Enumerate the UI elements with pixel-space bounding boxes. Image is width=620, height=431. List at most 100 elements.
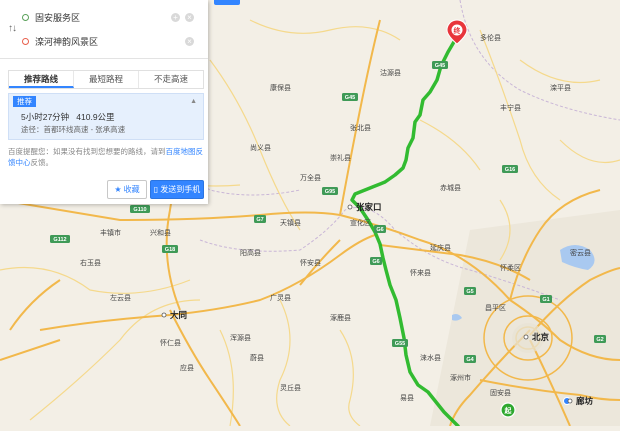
star-icon: ★ <box>114 185 122 194</box>
end-waypoint[interactable]: 滦河神韵风景区 × <box>22 32 202 50</box>
svg-text:G112: G112 <box>53 237 66 243</box>
route-inputs: ↑↓ 固安服务区 + × 滦河神韵风景区 × <box>0 0 208 59</box>
county-label: 阳高县 <box>240 248 261 257</box>
city-dot <box>523 334 529 340</box>
county-label: 应县 <box>180 363 194 372</box>
county-label: 密云县 <box>570 248 591 257</box>
svg-text:G7: G7 <box>256 217 263 223</box>
highway-shield: G45 <box>432 61 448 69</box>
county-label: 怀仁县 <box>160 338 181 347</box>
svg-text:G6: G6 <box>376 227 383 233</box>
tab-recommended[interactable]: 推荐路线 <box>9 71 74 88</box>
county-label: 多伦县 <box>480 33 501 42</box>
highway-shield: G16 <box>502 165 518 173</box>
remove-end-icon[interactable]: × <box>185 36 194 46</box>
feedback-tip: 百度提醒您：如果没有找到您想要的路线，请到百度地图反馈中心反馈。 <box>8 146 204 168</box>
favorite-label: 收藏 <box>123 185 140 194</box>
county-label: 涿鹿县 <box>330 313 351 322</box>
county-label: 左云县 <box>110 293 131 302</box>
svg-text:G2: G2 <box>596 337 603 343</box>
start-marker-icon[interactable]: 起 <box>500 402 516 418</box>
end-dot-icon <box>22 37 29 45</box>
city-label-langfang[interactable]: 廊坊 <box>576 396 594 406</box>
svg-text:G110: G110 <box>133 207 146 213</box>
highway-shield: G7 <box>254 215 266 223</box>
tab-shortest[interactable]: 最短路程 <box>74 71 139 88</box>
county-label: 固安县 <box>490 388 511 397</box>
city-dot <box>567 398 573 404</box>
county-label: 尚义县 <box>250 143 271 152</box>
county-label: 赤城县 <box>440 184 461 192</box>
highway-shield: G2 <box>594 335 606 343</box>
start-point-text[interactable]: 固安服务区 <box>35 11 80 24</box>
county-label: 崇礼县 <box>330 153 351 162</box>
county-label: 丰宁县 <box>500 103 521 112</box>
recommended-badge: 推荐 <box>13 96 36 107</box>
tab-no-highway[interactable]: 不走高速 <box>139 71 203 88</box>
highway-shield: G1 <box>540 295 552 303</box>
county-label: 康保县 <box>270 83 291 92</box>
start-waypoint[interactable]: 固安服务区 + × <box>22 8 202 26</box>
collapse-icon[interactable]: ▲ <box>190 98 197 105</box>
phone-icon: ▯ <box>153 185 159 194</box>
end-point-text[interactable]: 滦河神韵风景区 <box>35 35 98 48</box>
highway-shield: G45 <box>342 93 358 101</box>
send-label: 发送到手机 <box>160 185 201 194</box>
remove-start-icon[interactable]: × <box>185 12 194 22</box>
route-duration: 5小时27分钟 <box>21 112 70 122</box>
svg-text:G4: G4 <box>466 357 474 363</box>
highway-shield: G95 <box>322 187 338 195</box>
county-label: 右玉县 <box>80 258 101 267</box>
add-waypoint-icon[interactable]: + <box>171 12 180 22</box>
send-to-phone-button[interactable]: ▯ 发送到手机 <box>150 180 204 199</box>
svg-text:G16: G16 <box>505 167 515 173</box>
svg-text:终: 终 <box>454 26 462 35</box>
highway-shield: G110 <box>130 205 150 213</box>
route-stats: 5小时27分钟 410.9公里 <box>21 111 115 123</box>
swap-icon[interactable]: ↑↓ <box>8 23 17 34</box>
svg-text:G45: G45 <box>435 63 445 69</box>
route-tabs: 推荐路线 最短路程 不走高速 <box>8 70 204 89</box>
city-label-zhangjiakou[interactable]: 张家口 <box>356 202 382 212</box>
county-label: 易县 <box>400 394 414 402</box>
svg-text:G6: G6 <box>372 259 379 265</box>
county-label: 灵丘县 <box>280 383 301 392</box>
svg-text:G55: G55 <box>395 341 405 347</box>
route-panel: ↑↓ 固安服务区 + × 滦河神韵风景区 × 推荐路线 最短路程 不走高速 推荐… <box>0 0 208 204</box>
tip-tail: 反馈。 <box>30 158 54 167</box>
county-label: 蔚县 <box>250 353 264 362</box>
highway-shield: G4 <box>464 355 476 363</box>
city-label-beijing[interactable]: 北京 <box>532 332 550 342</box>
favorite-button[interactable]: ★ 收藏 <box>107 180 147 199</box>
svg-text:起: 起 <box>504 406 513 415</box>
county-label: 天镇县 <box>280 218 301 227</box>
highway-shield: G6 <box>374 225 386 233</box>
county-label: 广灵县 <box>270 293 291 302</box>
route-option-card[interactable]: 推荐 ▲ 5小时27分钟 410.9公里 途径：首都环线高速 - 张承高速 <box>8 93 204 140</box>
svg-text:G5: G5 <box>466 289 473 295</box>
county-label: 涞水县 <box>420 353 441 362</box>
county-label: 延庆县 <box>430 243 451 252</box>
county-label: 兴和县 <box>150 228 171 237</box>
county-label: 浑源县 <box>230 333 251 342</box>
county-label: 宣化区 <box>350 218 371 227</box>
county-label: 丰镇市 <box>100 228 121 237</box>
city-label-datong[interactable]: 大同 <box>170 310 187 320</box>
search-button[interactable] <box>214 0 240 5</box>
route-via: 途径：首都环线高速 - 张承高速 <box>21 125 126 134</box>
county-label: 张北县 <box>350 123 371 132</box>
county-label: 怀安县 <box>300 258 321 267</box>
highway-shield: G6 <box>370 257 382 265</box>
county-label: 沽源县 <box>380 68 401 77</box>
highway-shield: G112 <box>50 235 70 243</box>
county-label: 昌平区 <box>485 304 506 312</box>
county-label: 怀柔区 <box>500 263 521 272</box>
highway-shield: G18 <box>162 245 178 253</box>
route-distance: 410.9公里 <box>76 112 115 122</box>
highway-shield: G55 <box>392 339 408 347</box>
svg-text:G1: G1 <box>542 297 549 303</box>
svg-text:G18: G18 <box>165 247 175 253</box>
county-label: 涿州市 <box>450 373 471 382</box>
city-dot <box>347 204 353 210</box>
start-dot-icon <box>22 13 29 21</box>
